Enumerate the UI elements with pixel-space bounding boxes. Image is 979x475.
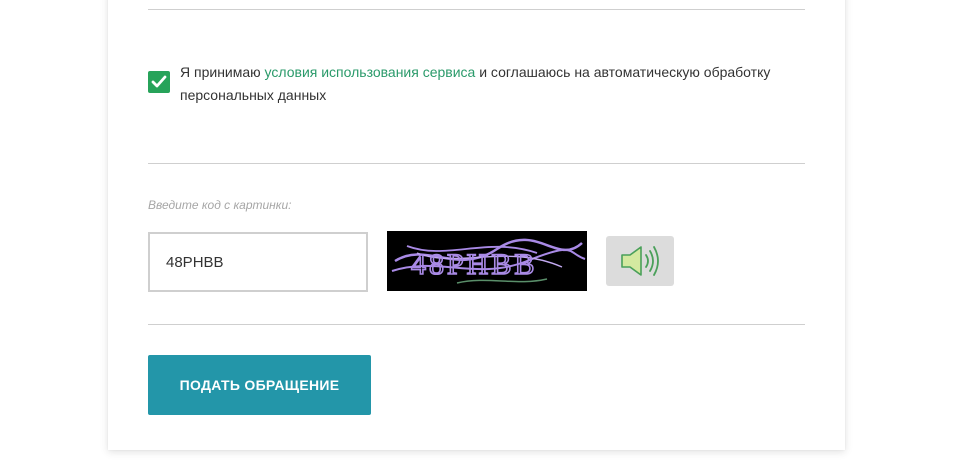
divider-bottom [148,324,805,325]
divider-middle [148,163,805,164]
divider-top [148,9,805,10]
captcha-label: Введите код с картинки: [148,198,292,212]
audio-captcha-button[interactable] [606,236,674,286]
consent-text-before: Я принимаю [180,64,265,80]
captcha-input[interactable] [148,232,368,292]
consent-text: Я принимаю условия использования сервиса… [180,61,790,107]
svg-text:48PHBB: 48PHBB [411,248,537,281]
captcha-noise: 48PHBB [391,238,586,284]
consent-checkbox[interactable] [148,71,170,93]
speaker-icon [621,246,659,276]
captcha-image: 48PHBB [387,231,587,291]
submit-button[interactable]: ПОДАТЬ ОБРАЩЕНИЕ [148,355,371,415]
checkmark-icon [151,75,167,88]
terms-link[interactable]: условия использования сервиса [265,64,476,80]
